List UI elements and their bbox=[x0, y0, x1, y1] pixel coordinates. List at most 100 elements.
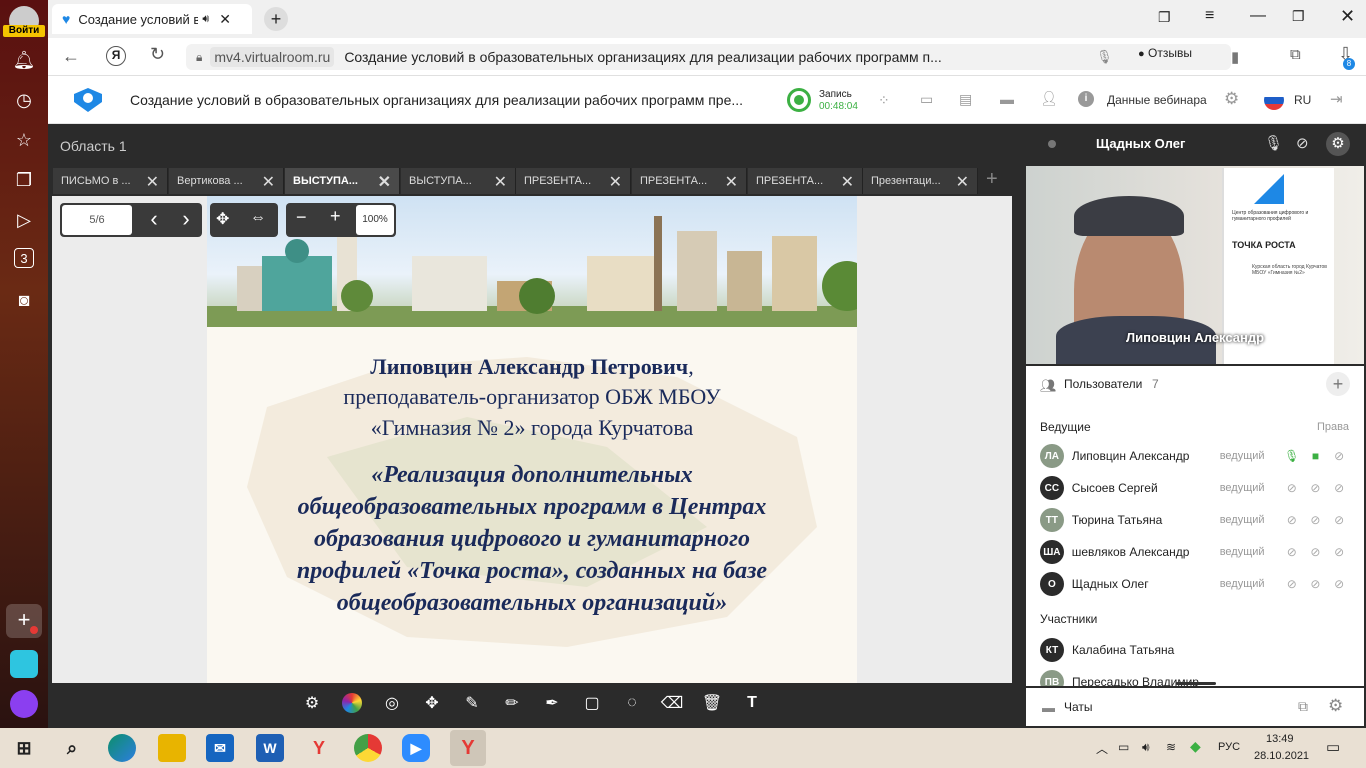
user-settings-icon[interactable]: 👤︎ bbox=[1040, 90, 1058, 107]
tab-manager-icon[interactable]: ❐ bbox=[1158, 9, 1171, 26]
add-tab-button[interactable]: + bbox=[986, 168, 998, 191]
document-icon[interactable]: ▤ bbox=[959, 91, 972, 108]
pen-icon[interactable]: ✒ bbox=[537, 688, 567, 718]
tab-document[interactable]: ПРЕЗЕНТА... ✕ bbox=[516, 168, 631, 194]
eraser-icon[interactable]: ⌫ bbox=[657, 688, 687, 718]
zoom-level[interactable]: 100% bbox=[356, 205, 394, 235]
resize-handle[interactable] bbox=[1176, 682, 1216, 685]
login-button[interactable]: Войти bbox=[3, 25, 45, 37]
shape-icon[interactable]: ▢ bbox=[577, 688, 607, 718]
close-icon[interactable]: ✕ bbox=[725, 172, 738, 192]
close-icon[interactable]: ✕ bbox=[378, 172, 391, 192]
mic-on-icon[interactable]: 🎙︎ bbox=[1281, 448, 1303, 464]
list-item[interactable]: КТ Калабина Татьяна bbox=[1040, 636, 1350, 664]
zoom-out-icon[interactable]: − bbox=[296, 207, 307, 228]
search-icon[interactable]: ⌕ bbox=[58, 734, 86, 762]
file-explorer-icon[interactable] bbox=[158, 734, 186, 762]
volume-icon[interactable]: 🔊︎ bbox=[1142, 740, 1150, 755]
next-page-icon[interactable]: › bbox=[172, 205, 200, 235]
language-label[interactable]: RU bbox=[1294, 93, 1311, 107]
play-icon[interactable]: ▷ bbox=[12, 208, 36, 232]
move-icon[interactable]: ✥ bbox=[216, 209, 229, 229]
menu-icon[interactable]: ≡ bbox=[1205, 7, 1214, 25]
minimize-icon[interactable]: — bbox=[1250, 7, 1266, 25]
camera-off-icon[interactable]: ⊘ bbox=[1305, 576, 1327, 592]
new-tab-button[interactable]: + bbox=[264, 7, 288, 31]
messenger-icon[interactable] bbox=[10, 650, 38, 678]
record-icon[interactable] bbox=[787, 88, 811, 112]
clock-date[interactable]: 28.10.2021 bbox=[1254, 750, 1309, 762]
screen-share-icon[interactable]: ⊘ bbox=[1328, 544, 1350, 560]
restore-icon[interactable]: ❐ bbox=[1292, 8, 1305, 25]
tab-document[interactable]: ПРЕЗЕНТА... ✕ bbox=[748, 168, 863, 194]
mic-off-icon[interactable]: ⊘ bbox=[1281, 512, 1303, 528]
browser-tab-active[interactable]: ♥ Создание условий в 🔊︎ ✕ bbox=[52, 4, 252, 34]
reviews-button[interactable]: ● Отзывы bbox=[1138, 46, 1192, 60]
tab-document[interactable]: ПРЕЗЕНТА... ✕ bbox=[632, 168, 747, 194]
sound-icon[interactable]: 🔊︎ bbox=[202, 13, 209, 26]
settings-icon[interactable]: ⚙ bbox=[1224, 89, 1239, 109]
counter-icon[interactable]: 3 bbox=[14, 248, 34, 268]
tray-chevron-icon[interactable]: ︿ bbox=[1096, 740, 1108, 757]
ru-flag-icon[interactable] bbox=[1264, 90, 1284, 110]
brush-icon[interactable]: ✎ bbox=[457, 688, 487, 718]
collections-icon[interactable]: ❐ bbox=[12, 168, 36, 192]
folder-icon[interactable]: ▬ bbox=[1000, 91, 1014, 107]
camera-off-icon[interactable]: ⊘ bbox=[1296, 134, 1309, 152]
close-icon[interactable]: ✕ bbox=[146, 172, 159, 192]
camera-off-icon[interactable]: ⊘ bbox=[1305, 544, 1327, 560]
close-icon[interactable]: ✕ bbox=[956, 172, 969, 192]
word-icon[interactable]: W bbox=[256, 734, 284, 762]
input-language[interactable]: РУС bbox=[1218, 741, 1240, 753]
tab-document[interactable]: Вертикова ... ✕ bbox=[169, 168, 284, 194]
tab-document[interactable]: Презентаци... ✕ bbox=[863, 168, 978, 194]
tab-document[interactable]: ПИСЬМО в ... ✕ bbox=[53, 168, 168, 194]
pointer-icon[interactable]: ◎ bbox=[377, 688, 407, 718]
yandex-browser-active-icon[interactable]: Y bbox=[450, 730, 486, 766]
chat-settings-icon[interactable]: ⚙ bbox=[1328, 696, 1343, 716]
prev-page-icon[interactable]: ‹ bbox=[140, 205, 168, 235]
close-icon[interactable]: ✕ bbox=[609, 172, 622, 192]
list-item[interactable]: СС Сысоев Сергей ведущий ⊘ ⊘ ⊘ bbox=[1040, 474, 1350, 502]
url-field[interactable]: 🔒︎ mv4.virtualroom.ru Создание условий в… bbox=[186, 44, 1231, 70]
star-icon[interactable]: ☆ bbox=[12, 128, 36, 152]
lasso-icon[interactable]: ◌ bbox=[617, 688, 647, 718]
screen-share-icon[interactable]: ⊘ bbox=[1328, 448, 1350, 464]
back-icon[interactable]: ← bbox=[62, 46, 80, 67]
tab-document[interactable]: ВЫСТУПА... ✕ bbox=[401, 168, 516, 194]
screen-share-icon[interactable]: ⊘ bbox=[1328, 512, 1350, 528]
add-user-button[interactable]: + bbox=[1326, 372, 1350, 396]
screen-share-icon[interactable]: ⊘ bbox=[1328, 480, 1350, 496]
chats-label[interactable]: Чаты bbox=[1064, 700, 1093, 714]
chat-window-icon[interactable]: ⧉ bbox=[1298, 698, 1308, 715]
camera-off-icon[interactable]: ⊘ bbox=[1305, 512, 1327, 528]
text-tool-icon[interactable]: T bbox=[737, 688, 767, 718]
list-item[interactable]: ЛА Липовцин Александр ведущий 🎙︎ ■ ⊘ bbox=[1040, 442, 1350, 470]
screen-share-icon[interactable]: ⊘ bbox=[1328, 576, 1350, 592]
alice-icon[interactable] bbox=[10, 690, 38, 718]
bell-icon[interactable]: 🔔︎ bbox=[12, 48, 36, 72]
windows-start-icon[interactable]: ⊞ bbox=[10, 734, 38, 762]
bookmark-icon[interactable]: ▮ bbox=[1231, 48, 1239, 66]
list-item[interactable]: ША шевляков Александр ведущий ⊘ ⊘ ⊘ bbox=[1040, 538, 1350, 566]
mic-off-icon[interactable]: 🎙︎ bbox=[1264, 134, 1283, 152]
battery-icon[interactable]: ▭ bbox=[1118, 740, 1129, 754]
edge-icon[interactable] bbox=[108, 734, 136, 762]
yandex-browser-icon[interactable]: Y bbox=[305, 734, 333, 762]
mic-off-icon[interactable]: ⊘ bbox=[1281, 576, 1303, 592]
pencil-icon[interactable]: ✏ bbox=[497, 688, 527, 718]
mic-off-icon[interactable]: ⊘ bbox=[1281, 544, 1303, 560]
apps-icon[interactable]: ⁘ bbox=[878, 92, 890, 109]
camera-on-icon[interactable]: ■ bbox=[1305, 448, 1327, 464]
camera-icon[interactable]: ◙ bbox=[12, 288, 36, 312]
screen-icon[interactable]: ▭ bbox=[920, 91, 933, 108]
color-picker-icon[interactable] bbox=[342, 693, 362, 713]
close-icon[interactable]: ✕ bbox=[262, 172, 275, 192]
video-settings-icon[interactable]: ⚙ bbox=[1326, 132, 1350, 156]
notifications-icon[interactable]: ▭ bbox=[1326, 738, 1340, 756]
close-icon[interactable]: ✕ bbox=[841, 172, 854, 192]
close-tab-icon[interactable]: ✕ bbox=[219, 11, 231, 28]
webinar-data-link[interactable]: Данные вебинара bbox=[1107, 93, 1207, 107]
network-icon[interactable]: ≋ bbox=[1166, 740, 1176, 754]
list-item[interactable]: О Щадных Олег ведущий ⊘ ⊘ ⊘ bbox=[1040, 570, 1350, 598]
